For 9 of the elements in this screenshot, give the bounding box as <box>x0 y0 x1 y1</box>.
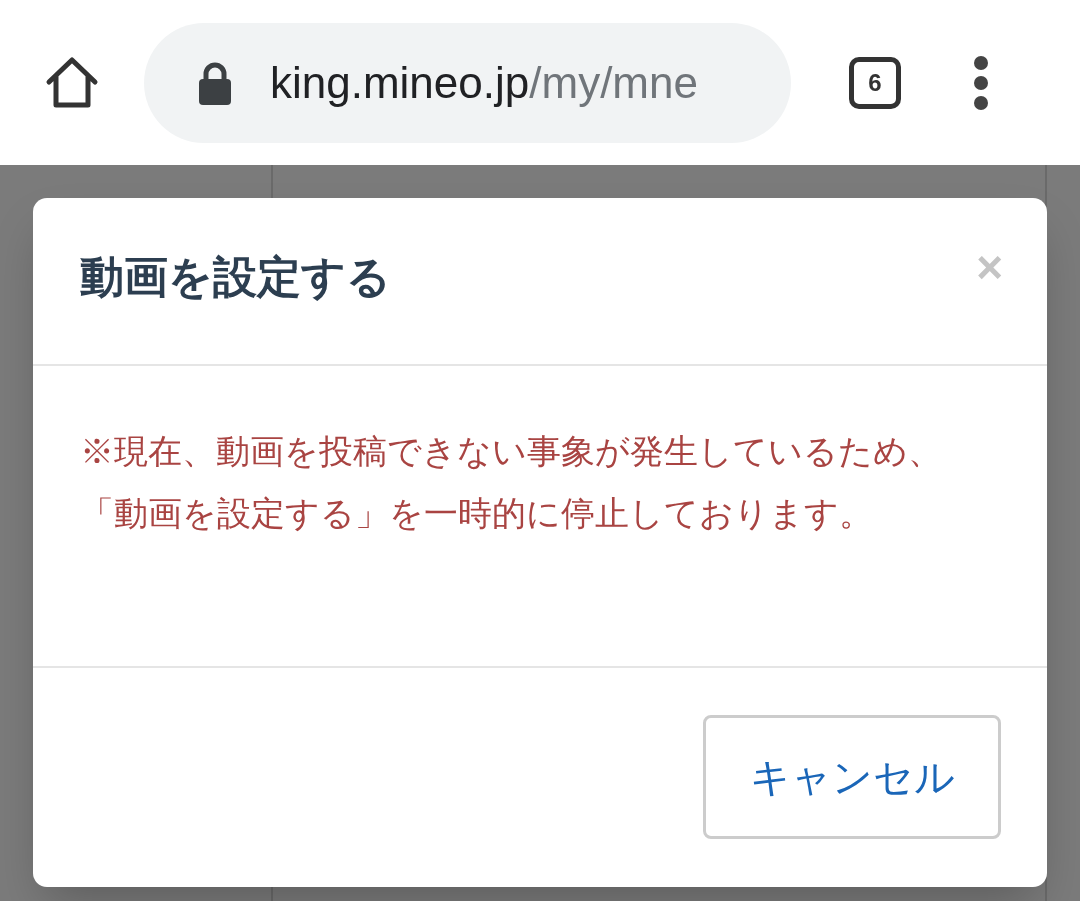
lock-icon <box>198 60 232 105</box>
dialog-title: 動画を設定する <box>80 251 391 303</box>
home-icon[interactable] <box>44 54 100 111</box>
cancel-button[interactable]: キャンセル <box>703 715 1001 839</box>
notice-message: ※現在、動画を投稿できない事象が発生しているため、「動画を設定する」を一時的に停止しております。 <box>80 431 943 534</box>
menu-icon[interactable] <box>973 54 989 111</box>
url-text: king.mineo.jp/my/mne <box>270 60 698 105</box>
tab-count-button[interactable]: 6 <box>849 56 901 109</box>
address-bar[interactable]: king.mineo.jp/my/mne <box>144 22 791 143</box>
